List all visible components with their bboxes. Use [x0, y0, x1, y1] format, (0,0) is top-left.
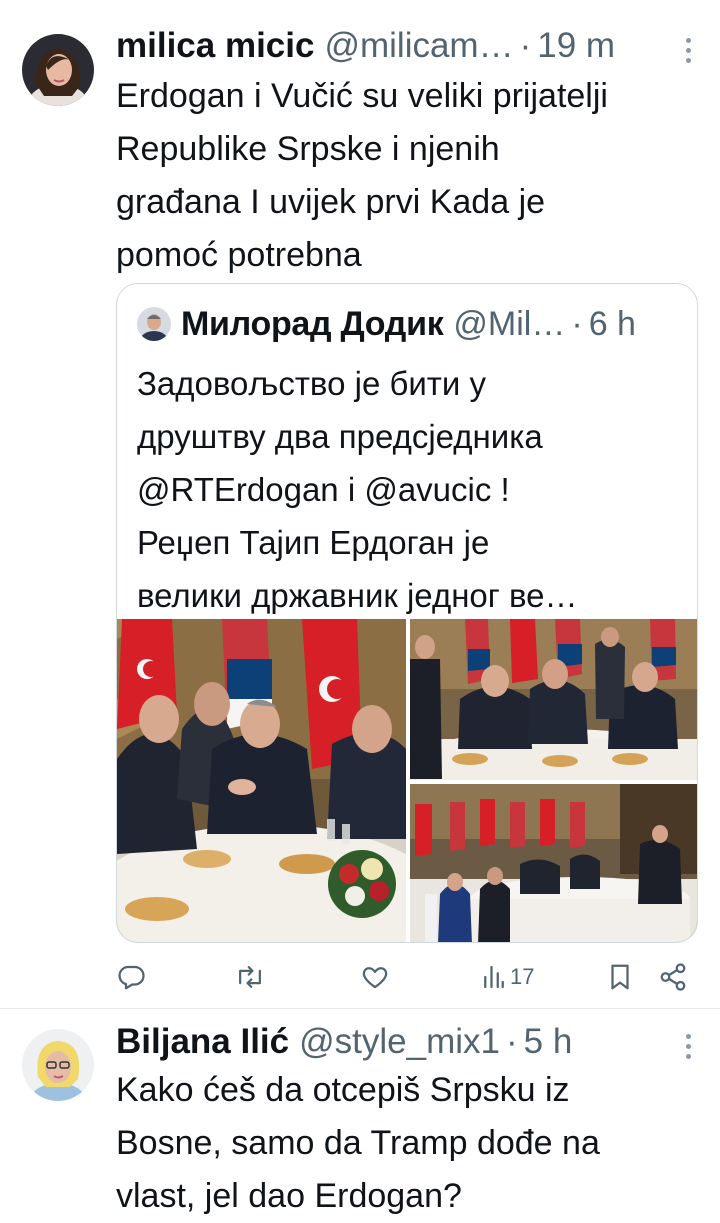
quoted-author-handle: @Mil… [453, 304, 566, 343]
quoted-author-name: Милорад Додик [181, 304, 444, 343]
avatar-biljana[interactable] [22, 1029, 94, 1101]
more-options-icon[interactable] [684, 38, 692, 63]
author-handle[interactable]: @style_mix1 [299, 1022, 500, 1062]
reply-icon [116, 962, 146, 992]
text-line: Реџеп Тајип Ердоган је [137, 524, 490, 561]
tweet-text: Kako ćeš da otcepiš Srpsku iz Bosne, sam… [116, 1064, 700, 1223]
more-options-icon[interactable] [684, 1034, 692, 1059]
tweet-actions: 17 [116, 960, 696, 994]
bookmark-button[interactable] [608, 960, 632, 994]
share-icon [658, 962, 688, 992]
text-line: Bosne, samo da Tramp dođe na [116, 1124, 600, 1162]
separator-dot: · [571, 304, 583, 343]
photo-2[interactable] [410, 619, 697, 780]
like-icon [360, 962, 390, 992]
quoted-timestamp: 6 h [588, 304, 636, 343]
text-line: građana I uvijek prvi Kada je [116, 183, 546, 221]
text-line: @RTErdogan і @avucic ! [137, 471, 510, 508]
author-handle[interactable]: @milicam… [324, 26, 513, 66]
photo-3[interactable] [410, 784, 697, 942]
text-line: велики државник једног ве… [137, 577, 578, 614]
quoted-tweet-text: Задовољство је бити у друштву два предсј… [137, 357, 681, 622]
author-name[interactable]: Biljana Ilić [116, 1022, 289, 1062]
tweet-text: Erdogan i Vučić su veliki prijatelji Rep… [116, 70, 700, 282]
text-line: pomoć potrebna [116, 236, 362, 274]
reply-button[interactable] [116, 960, 146, 994]
like-button[interactable] [360, 960, 390, 994]
text-line: Erdogan i Vučić su veliki prijatelji [116, 77, 608, 115]
retweet-icon [234, 962, 266, 992]
media-grid [117, 619, 697, 942]
text-line: друштву два предсједника [137, 418, 543, 455]
tweet-2[interactable]: Biljana Ilić @style_mix1 · 5 h Kako ćeš … [0, 1009, 720, 1221]
text-line: vlast, jel dao Erdogan? [116, 1177, 462, 1215]
separator-dot: · [505, 1022, 518, 1061]
tweet-header: Biljana Ilić @style_mix1 · 5 h [116, 1022, 696, 1062]
avatar-milica[interactable] [22, 34, 94, 106]
separator-dot: · [519, 26, 532, 65]
text-line: Kako ćeš da otcepiš Srpsku iz [116, 1071, 570, 1109]
views-button[interactable]: 17 [482, 960, 534, 994]
text-line: Задовољство је бити у [137, 365, 487, 402]
quoted-tweet[interactable]: Милорад Додик @Mil… · 6 h Задовољство је… [116, 283, 698, 943]
views-count: 17 [510, 964, 535, 989]
views-icon [482, 962, 506, 992]
photo-1[interactable] [117, 619, 406, 942]
timestamp[interactable]: 19 m [537, 26, 615, 66]
author-name[interactable]: milica micic [116, 26, 314, 66]
quoted-tweet-header: Милорад Додик @Mil… · 6 h [137, 302, 677, 346]
tweet-header: milica micic @milicam… · 19 m [116, 26, 696, 66]
bookmark-icon [608, 962, 632, 992]
avatar-dodik [137, 307, 171, 341]
share-button[interactable] [658, 960, 688, 994]
retweet-button[interactable] [234, 960, 266, 994]
text-line: Republike Srpske i njenih [116, 130, 500, 168]
timestamp[interactable]: 5 h [524, 1022, 573, 1062]
tweet-1[interactable]: milica micic @milicam… · 19 m Erdogan i … [0, 0, 720, 1008]
